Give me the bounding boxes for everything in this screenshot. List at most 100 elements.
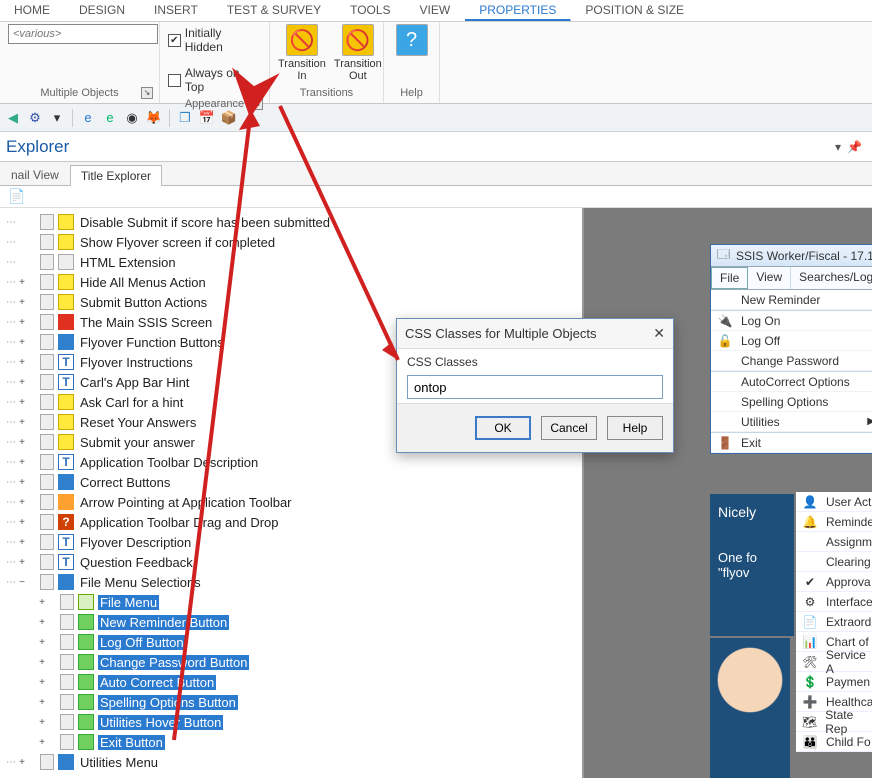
expand-icon[interactable]: + bbox=[16, 537, 28, 548]
side-list-item[interactable]: 💲Paymen bbox=[796, 672, 872, 692]
expand-icon[interactable]: + bbox=[16, 397, 28, 408]
ssis-menu-file[interactable]: File bbox=[711, 267, 748, 289]
side-list-item[interactable]: Clearing bbox=[796, 552, 872, 572]
ie-icon[interactable]: e bbox=[79, 109, 97, 127]
transition-in-button[interactable]: 🚫 Transition In bbox=[278, 24, 326, 82]
ribbon-tab-design[interactable]: DESIGN bbox=[65, 0, 140, 21]
expand-icon[interactable]: + bbox=[16, 457, 28, 468]
ribbon-tab-home[interactable]: HOME bbox=[0, 0, 65, 21]
expand-icon[interactable]: + bbox=[16, 377, 28, 388]
expand-icon[interactable]: + bbox=[36, 697, 48, 708]
expand-icon[interactable]: + bbox=[16, 477, 28, 488]
expand-icon[interactable]: + bbox=[36, 657, 48, 668]
css-classes-input[interactable] bbox=[407, 375, 663, 399]
file-menu-item[interactable]: Spelling Options bbox=[711, 392, 872, 412]
chrome-icon[interactable]: ◉ bbox=[123, 109, 141, 127]
expand-icon[interactable]: + bbox=[36, 637, 48, 648]
edge-icon[interactable]: e bbox=[101, 109, 119, 127]
gear-icon[interactable]: ⚙ bbox=[26, 109, 44, 127]
expand-icon[interactable]: + bbox=[16, 437, 28, 448]
tree-row[interactable]: +Change Password Button bbox=[0, 652, 582, 672]
explorer-menu-icon[interactable]: ▾ bbox=[835, 140, 841, 154]
file-menu-item[interactable]: 🔓Log Off bbox=[711, 331, 872, 351]
expand-icon[interactable]: + bbox=[16, 277, 28, 288]
tab-title-explorer[interactable]: Title Explorer bbox=[70, 165, 162, 186]
expand-icon[interactable]: + bbox=[16, 337, 28, 348]
initially-hidden-checkbox[interactable]: ✔ Initially Hidden bbox=[168, 26, 261, 54]
help-button[interactable]: ? bbox=[392, 24, 431, 56]
tree-row[interactable]: ⋯+?Application Toolbar Drag and Drop bbox=[0, 512, 582, 532]
expand-icon[interactable]: + bbox=[16, 357, 28, 368]
tree-row[interactable]: ⋯+TApplication Toolbar Description bbox=[0, 452, 582, 472]
tree-row[interactable]: ⋯+TFlyover Description bbox=[0, 532, 582, 552]
expand-icon[interactable]: + bbox=[36, 677, 48, 688]
ssis-menu-searches-log[interactable]: Searches/Log bbox=[791, 267, 872, 289]
tree-row[interactable]: ⋯+Utilities Menu bbox=[0, 752, 582, 772]
ribbon-tab-view[interactable]: VIEW bbox=[406, 0, 466, 21]
side-list-item[interactable]: ✔Approva bbox=[796, 572, 872, 592]
expand-icon[interactable]: + bbox=[16, 517, 28, 528]
tree-row[interactable]: ⋯+Correct Buttons bbox=[0, 472, 582, 492]
expand-icon[interactable]: + bbox=[16, 497, 28, 508]
ribbon-tab-test-survey[interactable]: TEST & SURVEY bbox=[213, 0, 336, 21]
tree-row[interactable]: +Log Off Button bbox=[0, 632, 582, 652]
side-list-item[interactable]: 🛠Service A bbox=[796, 652, 872, 672]
tree-row[interactable]: +Auto Correct Button bbox=[0, 672, 582, 692]
dropdown-icon[interactable]: ▾ bbox=[48, 109, 66, 127]
firefox-icon[interactable]: 🦊 bbox=[145, 109, 163, 127]
tree-row[interactable]: ⋯+Hide All Menus Action bbox=[0, 272, 582, 292]
tree-row[interactable]: +Exit Button bbox=[0, 732, 582, 752]
help-button[interactable]: Help bbox=[607, 416, 663, 440]
transition-out-button[interactable]: 🚫 Transition Out bbox=[334, 24, 382, 82]
expand-icon[interactable]: + bbox=[36, 737, 48, 748]
side-list-item[interactable]: 👤User Act bbox=[796, 492, 872, 512]
expand-icon[interactable]: − bbox=[16, 577, 28, 588]
tree-row[interactable]: +File Menu bbox=[0, 592, 582, 612]
ribbon-tab-tools[interactable]: TOOLS bbox=[336, 0, 405, 21]
tree-row[interactable]: +Spelling Options Button bbox=[0, 692, 582, 712]
explorer-page-icon[interactable]: 📄 bbox=[8, 188, 25, 205]
cancel-button[interactable]: Cancel bbox=[541, 416, 597, 440]
tree-row[interactable]: ⋯Show Flyover screen if completed bbox=[0, 232, 582, 252]
ribbon-tab-position-size[interactable]: POSITION & SIZE bbox=[571, 0, 699, 21]
file-menu-item[interactable]: AutoCorrect Options bbox=[711, 372, 872, 392]
tab-thumbnail-view[interactable]: nail View bbox=[0, 164, 70, 185]
ribbon-tab-insert[interactable]: INSERT bbox=[140, 0, 213, 21]
explorer-pin-icon[interactable]: 📌 bbox=[847, 140, 862, 154]
expand-icon[interactable]: + bbox=[36, 717, 48, 728]
group-launcher-icon[interactable]: ↘ bbox=[141, 87, 153, 99]
always-on-top-checkbox[interactable]: Always on Top bbox=[168, 66, 261, 94]
expand-icon[interactable]: + bbox=[16, 757, 28, 768]
tree-row[interactable]: ⋯HTML Extension bbox=[0, 252, 582, 272]
file-menu-item[interactable]: Change Password bbox=[711, 351, 872, 371]
tree-row[interactable]: ⋯+Arrow Pointing at Application Toolbar bbox=[0, 492, 582, 512]
expand-icon[interactable]: + bbox=[16, 297, 28, 308]
side-list-item[interactable]: Assignm bbox=[796, 532, 872, 552]
group-launcher-icon[interactable]: ↘ bbox=[251, 98, 263, 110]
expand-icon[interactable]: + bbox=[36, 617, 48, 628]
file-menu-item[interactable]: 🔌Log On bbox=[711, 311, 872, 331]
expand-icon[interactable]: + bbox=[16, 317, 28, 328]
expand-icon[interactable]: + bbox=[16, 417, 28, 428]
ok-button[interactable]: OK bbox=[475, 416, 531, 440]
expand-icon[interactable]: + bbox=[16, 557, 28, 568]
object-tree[interactable]: ⋯Disable Submit if score has been submit… bbox=[0, 208, 582, 778]
side-list-item[interactable]: 👪Child Fo bbox=[796, 732, 872, 752]
various-input[interactable] bbox=[8, 24, 158, 44]
side-list-item[interactable]: 🔔Reminde bbox=[796, 512, 872, 532]
tree-row[interactable]: ⋯−File Menu Selections bbox=[0, 572, 582, 592]
back-icon[interactable]: ◀ bbox=[4, 109, 22, 127]
ribbon-tab-properties[interactable]: PROPERTIES bbox=[465, 0, 571, 21]
ssis-menu-view[interactable]: View bbox=[748, 267, 791, 289]
side-list-item[interactable]: 🗺State Rep bbox=[796, 712, 872, 732]
tree-row[interactable]: ⋯+Submit Button Actions bbox=[0, 292, 582, 312]
expand-icon[interactable]: + bbox=[36, 597, 48, 608]
close-icon[interactable]: ✕ bbox=[653, 325, 665, 342]
file-menu-item[interactable]: 🚪Exit bbox=[711, 433, 872, 453]
side-list-item[interactable]: 📄Extraord bbox=[796, 612, 872, 632]
tree-row[interactable]: ⋯+TQuestion Feedback bbox=[0, 552, 582, 572]
file-menu-item[interactable]: New Reminder bbox=[711, 290, 872, 310]
file-menu-item[interactable]: Utilities▶ bbox=[711, 412, 872, 432]
tree-row[interactable]: +New Reminder Button bbox=[0, 612, 582, 632]
side-list-item[interactable]: ⚙Interface bbox=[796, 592, 872, 612]
